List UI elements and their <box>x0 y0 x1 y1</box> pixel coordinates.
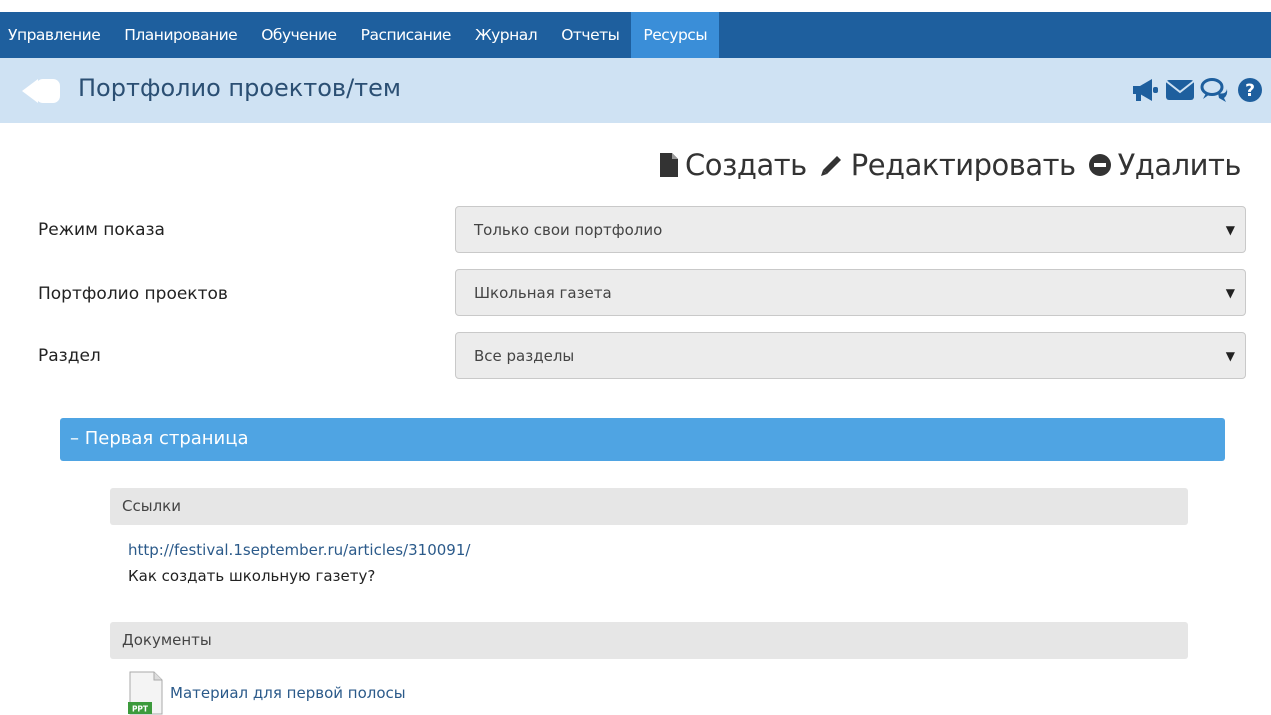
envelope-icon[interactable] <box>1165 75 1195 105</box>
nav-item-schedule[interactable]: Расписание <box>349 12 463 58</box>
portfolio-select[interactable]: Школьная газета ▼ <box>455 269 1246 316</box>
portfolio-select-value: Школьная газета <box>474 284 612 302</box>
create-button[interactable]: Создать <box>659 148 807 182</box>
document-icon <box>660 153 678 177</box>
megaphone-icon[interactable] <box>1130 75 1160 105</box>
accordion-first-page[interactable]: – Первая страница <box>60 418 1225 461</box>
chevron-down-icon: ▼ <box>1225 223 1235 237</box>
links-header-label: Ссылки <box>122 497 181 515</box>
resource-link[interactable]: http://festival.1september.ru/articles/3… <box>128 541 470 559</box>
section-select[interactable]: Все разделы ▼ <box>455 332 1246 379</box>
nav-item-management[interactable]: Управление <box>0 12 112 58</box>
edit-button[interactable]: Редактировать <box>819 148 1076 182</box>
header-actions: ? <box>1130 75 1265 105</box>
action-toolbar: Создать Редактировать Удалить <box>659 148 1242 182</box>
chevron-down-icon: ▼ <box>1225 349 1235 363</box>
main-menu: Управление Планирование Обучение Расписа… <box>0 12 1271 58</box>
delete-label: Удалить <box>1117 148 1242 182</box>
mode-select-value: Только свои портфолио <box>474 221 663 239</box>
create-label: Создать <box>685 148 807 182</box>
nav-item-resources[interactable]: Ресурсы <box>631 12 720 58</box>
portfolio-label: Портфолио проектов <box>38 284 228 304</box>
delete-button[interactable]: Удалить <box>1088 148 1242 182</box>
top-navigation: Управление Планирование Обучение Расписа… <box>0 0 1271 58</box>
nav-item-journal[interactable]: Журнал <box>463 12 549 58</box>
ppt-file-icon[interactable]: PPT <box>128 670 166 715</box>
mode-select[interactable]: Только свои портфолио ▼ <box>455 206 1246 253</box>
mode-label: Режим показа <box>38 220 165 240</box>
file-type-label: PPT <box>132 705 149 714</box>
documents-header-label: Документы <box>122 631 212 649</box>
page-title: Портфолио проектов/тем <box>78 74 402 102</box>
section-label: Раздел <box>38 346 101 366</box>
chat-icon[interactable] <box>1200 75 1230 105</box>
nav-item-education[interactable]: Обучение <box>249 12 348 58</box>
accordion-title: – Первая страница <box>70 428 249 449</box>
links-section-header: Ссылки <box>110 488 1188 525</box>
help-icon[interactable]: ? <box>1235 75 1265 105</box>
document-link[interactable]: Материал для первой полосы <box>170 684 406 702</box>
section-select-value: Все разделы <box>474 347 575 365</box>
svg-text:?: ? <box>1245 81 1255 101</box>
nav-item-planning[interactable]: Планирование <box>112 12 249 58</box>
edit-label: Редактировать <box>850 148 1076 182</box>
link-description: Как создать школьную газету? <box>128 567 376 585</box>
back-arrow-icon[interactable] <box>20 77 62 105</box>
pencil-icon <box>820 156 841 176</box>
nav-item-reports[interactable]: Отчеты <box>549 12 631 58</box>
page-header: Портфолио проектов/тем ? <box>0 58 1271 123</box>
minus-circle-icon <box>1088 154 1111 176</box>
chevron-down-icon: ▼ <box>1225 286 1235 300</box>
documents-section-header: Документы <box>110 622 1188 659</box>
